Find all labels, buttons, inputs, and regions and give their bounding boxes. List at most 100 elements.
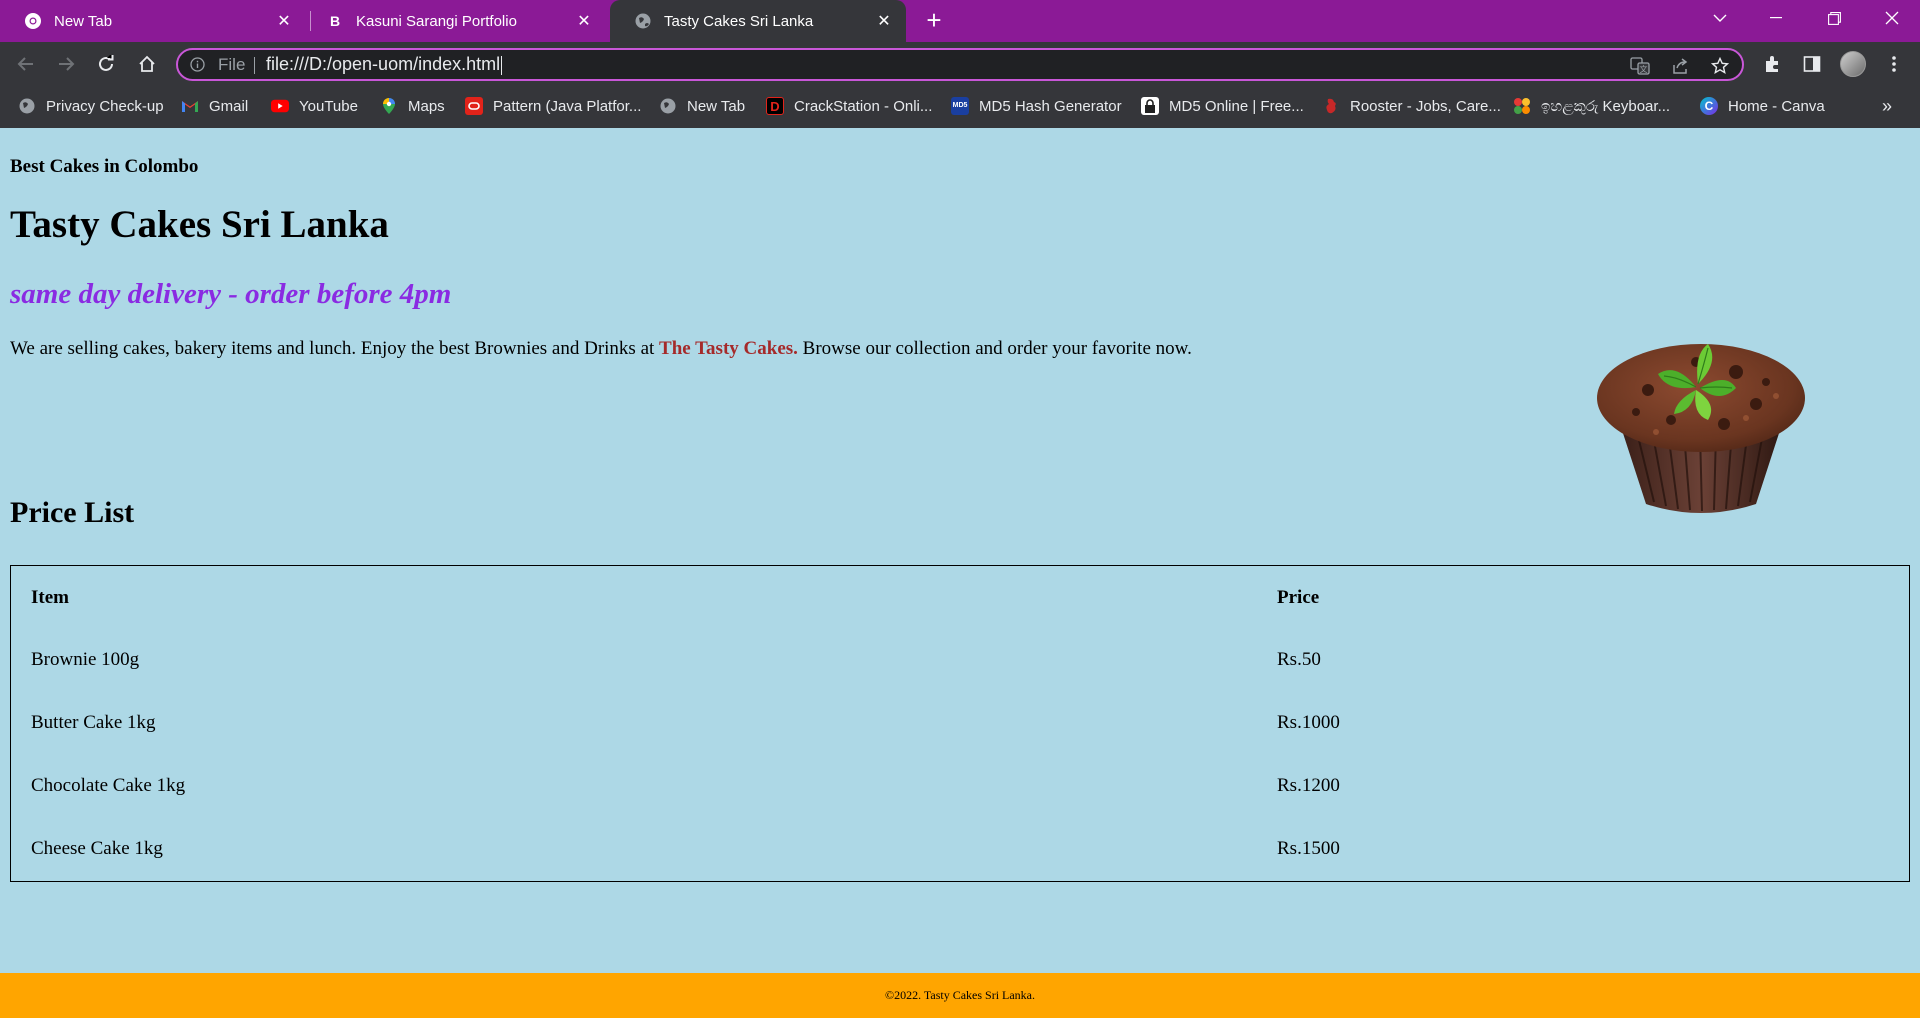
- item-cell: Chocolate Cake 1kg: [31, 774, 186, 796]
- table-row: Butter Cake 1kg Rs.1000: [13, 693, 1907, 754]
- intro-paragraph: We are selling cakes, bakery items and l…: [10, 338, 1192, 360]
- price-cell: Rs.1500: [1277, 837, 1340, 859]
- price-cell: Rs.50: [1277, 649, 1321, 671]
- price-table: Item Price Brownie 100g Rs.50 Butter Cak…: [10, 565, 1910, 882]
- gmail-icon: [181, 97, 199, 115]
- minimize-button[interactable]: [1752, 0, 1800, 36]
- new-tab-button[interactable]: +: [920, 7, 948, 35]
- price-list-heading: Price List: [10, 496, 135, 529]
- reload-button[interactable]: [92, 50, 120, 78]
- restore-button[interactable]: [1810, 0, 1858, 36]
- bookmark-md5-hash-generator[interactable]: MD5 MD5 Hash Generator: [951, 86, 1122, 126]
- bookmark-label: Privacy Check-up: [46, 97, 164, 115]
- globe-icon: [18, 97, 36, 115]
- tab-portfolio[interactable]: B Kasuni Sarangi Portfolio ✕: [304, 0, 606, 42]
- close-window-button[interactable]: [1868, 0, 1916, 36]
- table-row: Cheese Cake 1kg Rs.1500: [13, 818, 1907, 879]
- delivery-note: same day delivery - order before 4pm: [10, 278, 452, 310]
- intro-text: We are selling cakes, bakery items and l…: [10, 338, 660, 359]
- bookmark-pattern-java[interactable]: Pattern (Java Platfor...: [465, 86, 641, 126]
- profile-avatar[interactable]: [1840, 51, 1866, 77]
- forward-button[interactable]: [52, 50, 80, 78]
- back-button[interactable]: [12, 50, 40, 78]
- url-text[interactable]: file:///D:/open-uom/index.html: [266, 54, 502, 75]
- close-icon[interactable]: ✕: [572, 9, 596, 33]
- bookmark-youtube[interactable]: YouTube: [271, 86, 358, 126]
- bookmark-label: MD5 Hash Generator: [979, 97, 1122, 115]
- translate-icon[interactable]: 文: [1630, 56, 1650, 76]
- crackstation-icon: D: [766, 97, 784, 115]
- share-icon[interactable]: [1670, 56, 1690, 76]
- more-bookmarks-chevron-icon[interactable]: »: [1882, 96, 1892, 117]
- globe-icon: [659, 97, 677, 115]
- tab-title: Tasty Cakes Sri Lanka: [664, 12, 814, 30]
- chocolate-cupcake-image: [1596, 332, 1806, 522]
- divider: [254, 57, 255, 74]
- chrome-icon: [24, 12, 42, 30]
- md5-icon: MD5: [951, 97, 969, 115]
- item-cell: Cheese Cake 1kg: [31, 837, 163, 859]
- tab-new-tab[interactable]: New Tab ✕: [0, 0, 306, 42]
- bookmarks-bar: Privacy Check-up Gmail YouTube Maps Patt…: [0, 86, 1920, 128]
- bookmark-label: Rooster - Jobs, Care...: [1350, 97, 1501, 115]
- bookmark-label: New Tab: [687, 97, 746, 115]
- oracle-icon: [465, 97, 483, 115]
- copyright-text: ©2022. Tasty Cakes Sri Lanka.: [884, 988, 1036, 1002]
- lock-icon: [1141, 97, 1159, 115]
- canva-icon: C: [1700, 97, 1718, 115]
- column-header-price: Price: [1277, 587, 1320, 608]
- price-cell: Rs.1200: [1277, 774, 1340, 796]
- svg-text:文: 文: [1640, 64, 1648, 74]
- page-tagline: Best Cakes in Colombo: [10, 156, 199, 177]
- bookmark-label: ඉහළකුරු Keyboar...: [1541, 97, 1671, 115]
- bookmark-rooster[interactable]: Rooster - Jobs, Care...: [1322, 86, 1501, 126]
- table-row: Brownie 100g Rs.50: [13, 630, 1907, 691]
- bookmark-label: MD5 Online | Free...: [1169, 97, 1304, 115]
- bookmark-label: Maps: [408, 97, 445, 115]
- tab-strip: New Tab ✕ B Kasuni Sarangi Portfolio ✕ T…: [0, 0, 1920, 42]
- bookmark-canva[interactable]: C Home - Canva: [1700, 86, 1825, 126]
- home-button[interactable]: [133, 50, 161, 78]
- rooster-icon: [1322, 97, 1340, 115]
- svg-text:B: B: [330, 13, 340, 29]
- table-row: Chocolate Cake 1kg Rs.1200: [13, 756, 1907, 817]
- bookmark-gmail[interactable]: Gmail: [181, 86, 248, 126]
- side-panel-icon[interactable]: [1800, 52, 1824, 76]
- bookmark-maps[interactable]: Maps: [380, 86, 445, 126]
- bookmark-star-icon[interactable]: [1710, 56, 1730, 76]
- youtube-icon: [271, 97, 289, 115]
- info-icon[interactable]: [190, 57, 205, 72]
- bookmark-keyboard[interactable]: ඉහළකුරු Keyboar...: [1513, 86, 1670, 126]
- scheme-label: File: [218, 55, 246, 74]
- address-bar[interactable]: File file:///D:/open-uom/index.html 文: [176, 48, 1744, 81]
- page-footer: ©2022. Tasty Cakes Sri Lanka.: [0, 973, 1920, 1018]
- extensions-icon[interactable]: [1760, 52, 1784, 76]
- bookmark-label: Home - Canva: [1728, 97, 1825, 115]
- bookmark-crackstation[interactable]: D CrackStation - Onli...: [766, 86, 932, 126]
- bookmark-label: CrackStation - Onli...: [794, 97, 933, 115]
- menu-kebab-icon[interactable]: [1882, 52, 1906, 76]
- web-page: Best Cakes in Colombo Tasty Cakes Sri La…: [0, 128, 1920, 1018]
- globe-icon: [634, 12, 652, 30]
- item-cell: Butter Cake 1kg: [31, 712, 156, 734]
- close-icon[interactable]: ✕: [872, 9, 896, 33]
- bookmark-md5-online[interactable]: MD5 Online | Free...: [1141, 86, 1304, 126]
- tab-title: New Tab: [54, 12, 113, 30]
- column-header-item: Item: [31, 587, 69, 608]
- bookmark-new-tab[interactable]: New Tab: [659, 86, 745, 126]
- table-header-row: Item Price: [13, 568, 1907, 628]
- tab-title: Kasuni Sarangi Portfolio: [356, 12, 517, 30]
- page-title: Tasty Cakes Sri Lanka: [10, 203, 389, 246]
- bookmark-label: Pattern (Java Platfor...: [493, 97, 642, 115]
- intro-text: Browse our collection and order your fav…: [797, 338, 1192, 359]
- bookmark-label: YouTube: [299, 97, 358, 115]
- browser-toolbar: File file:///D:/open-uom/index.html 文: [0, 42, 1920, 86]
- tab-tasty-cakes[interactable]: Tasty Cakes Sri Lanka ✕: [610, 0, 906, 42]
- brand-name: The Tasty Cakes.: [659, 338, 798, 359]
- tab-search-button[interactable]: [1696, 0, 1744, 36]
- bookmark-privacy-check-up[interactable]: Privacy Check-up: [18, 86, 164, 126]
- keyboard-app-icon: [1513, 97, 1531, 115]
- close-icon[interactable]: ✕: [272, 9, 296, 33]
- bookmark-label: Gmail: [209, 97, 249, 115]
- item-cell: Brownie 100g: [31, 649, 140, 671]
